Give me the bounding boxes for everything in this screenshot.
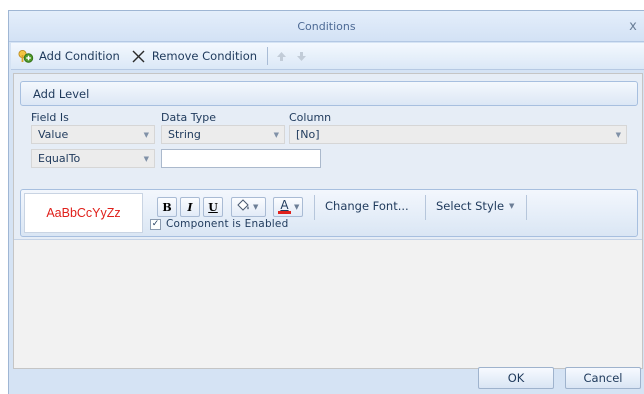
add-condition-icon [17,48,34,65]
font-color-icon: A [278,198,291,214]
select-style-button[interactable]: Select Style ▼ [436,199,514,213]
operator-dropdown[interactable]: EqualTo ▼ [31,149,155,168]
toolbar-separator [267,47,269,65]
remove-condition-button[interactable]: Remove Condition [126,45,261,67]
column-label: Column [289,111,332,124]
paint-bucket-icon [236,199,250,215]
move-up-icon[interactable] [274,49,288,63]
remove-condition-label: Remove Condition [151,49,258,63]
field-is-value: Value [38,128,69,141]
chevron-down-icon: ▼ [509,202,515,210]
add-level-label: Add Level [33,86,90,101]
conditions-area: Add Level Field Is Data Type Column Valu… [13,73,643,369]
change-font-button[interactable]: Change Font... [325,199,409,213]
chevron-down-icon: ▼ [253,203,259,211]
column-value: [No] [296,128,320,141]
select-style-label: Select Style [436,199,505,213]
underline-button[interactable]: U [203,197,223,217]
style-preview: AaBbCcYyZz [24,193,143,233]
style-panel: AaBbCcYyZz B I U ▼ A ▼ Change Font... Se… [20,189,638,237]
style-separator [526,195,527,220]
ok-button[interactable]: OK [478,367,554,389]
cancel-button[interactable]: Cancel [565,367,641,389]
condition-panel: Add Level Field Is Data Type Column Valu… [14,74,642,240]
close-icon[interactable]: x [626,20,640,34]
style-separator [425,195,426,220]
add-condition-label: Add Condition [39,49,120,63]
field-is-label: Field Is [31,111,69,124]
move-down-icon[interactable] [294,49,308,63]
chevron-down-icon: ▼ [273,131,279,139]
conditions-dialog: Conditions x Add Condition Remove Condit… [8,10,644,394]
operator-value: EqualTo [38,152,81,165]
add-condition-button[interactable]: Add Condition [13,45,124,67]
field-is-dropdown[interactable]: Value ▼ [31,125,155,144]
chevron-down-icon: ▼ [615,131,621,139]
toolbar: Add Condition Remove Condition [11,43,644,70]
title-bar: Conditions x [9,11,644,42]
chevron-down-icon: ▼ [294,203,300,211]
font-color-letter: A [280,198,289,212]
font-color-button[interactable]: A ▼ [273,197,303,217]
enabled-checkbox[interactable]: ✓ [150,219,161,230]
font-color-bar [278,211,291,214]
enabled-label: Component is Enabled [166,218,289,230]
italic-button[interactable]: I [180,197,200,217]
remove-x-icon [130,48,147,65]
data-type-dropdown[interactable]: String ▼ [161,125,285,144]
column-dropdown[interactable]: [No] ▼ [289,125,627,144]
chevron-down-icon: ▼ [143,131,149,139]
data-type-value: String [168,128,201,141]
chevron-down-icon: ▼ [143,155,149,163]
data-type-label: Data Type [161,111,217,124]
add-level-bar[interactable]: Add Level [20,81,638,106]
style-separator [314,195,315,220]
fill-color-button[interactable]: ▼ [231,197,266,217]
dialog-title: Conditions [297,19,356,33]
bold-button[interactable]: B [157,197,177,217]
operand-input[interactable] [161,149,321,168]
